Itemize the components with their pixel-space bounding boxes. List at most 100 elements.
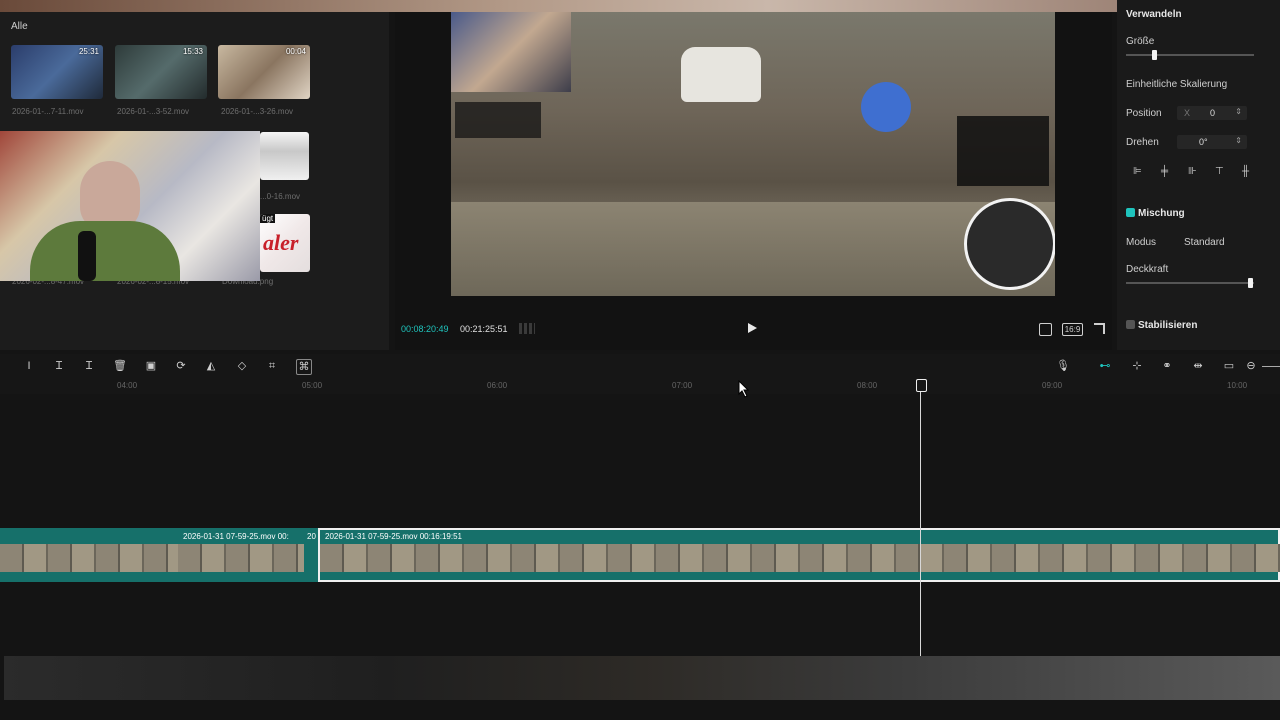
blue-ball bbox=[861, 82, 911, 132]
auto-snap-icon[interactable]: ⊹ bbox=[1130, 359, 1144, 373]
timeline-area[interactable] bbox=[0, 394, 1280, 656]
media-thumb-name: 2026-01-...3-26.mov bbox=[221, 107, 294, 116]
aspect-ratio-button[interactable]: 16:9 bbox=[1062, 323, 1083, 336]
align-toolbar: ⊫ ╪ ⊪ ⊤ ╫ bbox=[1133, 166, 1273, 178]
logo-thumb-art: aler bbox=[263, 230, 299, 255]
media-thumb-6[interactable] bbox=[260, 132, 309, 180]
rotate-field[interactable]: 0° ⇕ bbox=[1177, 135, 1247, 149]
split-left-icon[interactable]: Ɪ bbox=[52, 359, 66, 373]
position-label: Position bbox=[1126, 108, 1162, 119]
caption-icon[interactable]: ▭ bbox=[1222, 359, 1236, 373]
selected-clip-thumbnails bbox=[320, 544, 1280, 572]
preview-axis-icon[interactable]: ⇹ bbox=[1191, 359, 1205, 373]
stabilize-checkbox[interactable] bbox=[1126, 320, 1135, 329]
playhead[interactable] bbox=[920, 380, 921, 656]
ruler-tick: 05:00 bbox=[302, 381, 323, 390]
align-left-icon[interactable]: ⊫ bbox=[1133, 166, 1142, 177]
rotate-value: 0° bbox=[1199, 137, 1208, 147]
opacity-slider[interactable] bbox=[1126, 278, 1254, 288]
reverse-icon[interactable]: ⟳ bbox=[174, 359, 188, 373]
freeze-icon[interactable]: ▣ bbox=[144, 359, 158, 373]
split-right-icon[interactable]: Ɪ bbox=[82, 359, 96, 373]
size-label: Größe bbox=[1126, 36, 1155, 47]
ruler-tick: 09:00 bbox=[1042, 381, 1063, 390]
clip-label: 2026-01-31 07-59-25.mov 00: bbox=[183, 532, 289, 541]
transform-title: Verwandeln bbox=[1126, 9, 1182, 20]
white-car bbox=[681, 47, 761, 102]
position-x-field[interactable]: X 0 ⇕ bbox=[1177, 106, 1247, 120]
video-chat-box bbox=[455, 102, 541, 138]
zoom-slider[interactable] bbox=[1262, 366, 1280, 367]
auto-reframe-icon[interactable]: ⌘ bbox=[296, 359, 312, 375]
media-thumb-1[interactable]: 25:31 bbox=[11, 45, 103, 99]
align-middle-icon[interactable]: ╫ bbox=[1242, 166, 1249, 177]
crop-icon[interactable]: ⌗ bbox=[265, 359, 279, 373]
stepper-icon[interactable]: ⇕ bbox=[1235, 136, 1242, 145]
clip-label: 2026-01-31 07-59-25.mov 00:16:19:51 bbox=[325, 532, 462, 541]
shirt-shape bbox=[30, 221, 180, 281]
total-timecode: 00:21:25:51 bbox=[460, 324, 508, 334]
split-icon[interactable]: I bbox=[22, 359, 36, 373]
play-icon[interactable] bbox=[748, 323, 757, 333]
mirror-icon[interactable]: ◭ bbox=[204, 359, 218, 373]
position-x-value: 0 bbox=[1210, 108, 1216, 118]
media-thumb-duration: 25:31 bbox=[78, 47, 99, 56]
align-top-icon[interactable]: ⊤ bbox=[1215, 166, 1224, 177]
top-image-strip bbox=[0, 0, 1280, 12]
align-right-icon[interactable]: ⊪ bbox=[1188, 166, 1197, 177]
webcam-overlay bbox=[0, 131, 260, 281]
uniform-scale-label: Einheitliche Skalierung bbox=[1126, 79, 1228, 90]
blend-checkbox[interactable] bbox=[1126, 208, 1135, 217]
clip-2-thumbnails bbox=[178, 544, 304, 572]
size-slider[interactable] bbox=[1126, 50, 1254, 60]
media-overlay-badge: ügt bbox=[260, 214, 276, 223]
ruler-tick: 08:00 bbox=[857, 381, 878, 390]
ruler-tick: 04:00 bbox=[117, 381, 138, 390]
timeline-ruler[interactable]: 04:00 05:00 06:00 07:00 08:00 09:00 10:0… bbox=[0, 378, 1280, 394]
playhead-handle[interactable] bbox=[916, 379, 927, 392]
bottom-image-strip bbox=[4, 656, 1280, 700]
rotate-icon[interactable]: ◇ bbox=[235, 359, 249, 373]
rotate-label: Drehen bbox=[1126, 137, 1159, 148]
size-slider-knob[interactable] bbox=[1152, 50, 1158, 60]
video-webcam-inset bbox=[451, 12, 571, 92]
media-thumb-name: 2026-01-...7-11.mov bbox=[12, 107, 84, 116]
zoom-out-icon[interactable]: ⊖ bbox=[1244, 359, 1258, 373]
media-thumb-2[interactable]: 15:33 bbox=[115, 45, 207, 99]
timecode-toggle-icon[interactable] bbox=[519, 323, 535, 334]
opacity-slider-knob[interactable] bbox=[1248, 278, 1254, 288]
ruler-tick: 10:00 bbox=[1227, 381, 1248, 390]
media-filter-all[interactable]: Alle bbox=[11, 21, 28, 32]
video-preview bbox=[451, 12, 1055, 296]
mode-dropdown[interactable]: Standard bbox=[1184, 237, 1225, 248]
timeline-toolbar: I Ɪ Ɪ 🗑 ▣ ⟳ ◭ ◇ ⌗ ⌘ 🎙 ⊷ ⊹ ⚭ ⇹ ▭ ⊖ bbox=[0, 354, 1280, 378]
media-thumb-name: 2026-01-...3-52.mov bbox=[117, 107, 190, 116]
current-timecode: 00:08:20:49 bbox=[401, 324, 449, 334]
blend-title: Mischung bbox=[1138, 208, 1185, 219]
position-axis-label: X bbox=[1184, 108, 1191, 118]
ruler-tick: 06:00 bbox=[487, 381, 508, 390]
microphone-shape bbox=[78, 231, 96, 281]
microphone-icon[interactable]: 🎙 bbox=[1056, 359, 1070, 373]
media-thumb-duration: 15:33 bbox=[182, 47, 203, 56]
media-thumb-name: ...0-16.mov bbox=[260, 192, 301, 201]
hud-panel bbox=[957, 116, 1049, 186]
align-center-icon[interactable]: ╪ bbox=[1161, 166, 1168, 177]
media-thumb-3[interactable]: 00:04 bbox=[218, 45, 310, 99]
media-thumb-duration: 00:04 bbox=[285, 47, 306, 56]
mode-label: Modus bbox=[1126, 237, 1157, 248]
main-track-magnet-icon[interactable]: ⊷ bbox=[1098, 359, 1112, 373]
clip-1-thumbnails bbox=[0, 544, 178, 572]
fullscreen-icon[interactable] bbox=[1094, 323, 1105, 334]
stepper-icon[interactable]: ⇕ bbox=[1235, 107, 1242, 116]
ruler-tick: 07:00 bbox=[672, 381, 693, 390]
minimap bbox=[964, 198, 1055, 290]
clip-label: 20 bbox=[307, 532, 316, 541]
stabilize-title: Stabilisieren bbox=[1138, 320, 1198, 331]
mouse-cursor-icon bbox=[738, 380, 750, 398]
link-icon[interactable]: ⚭ bbox=[1160, 359, 1174, 373]
delete-icon[interactable]: 🗑 bbox=[113, 359, 127, 373]
media-thumb-7[interactable]: aler ügt bbox=[260, 214, 310, 272]
snapshot-icon[interactable] bbox=[1039, 323, 1052, 336]
opacity-label: Deckkraft bbox=[1126, 264, 1169, 275]
